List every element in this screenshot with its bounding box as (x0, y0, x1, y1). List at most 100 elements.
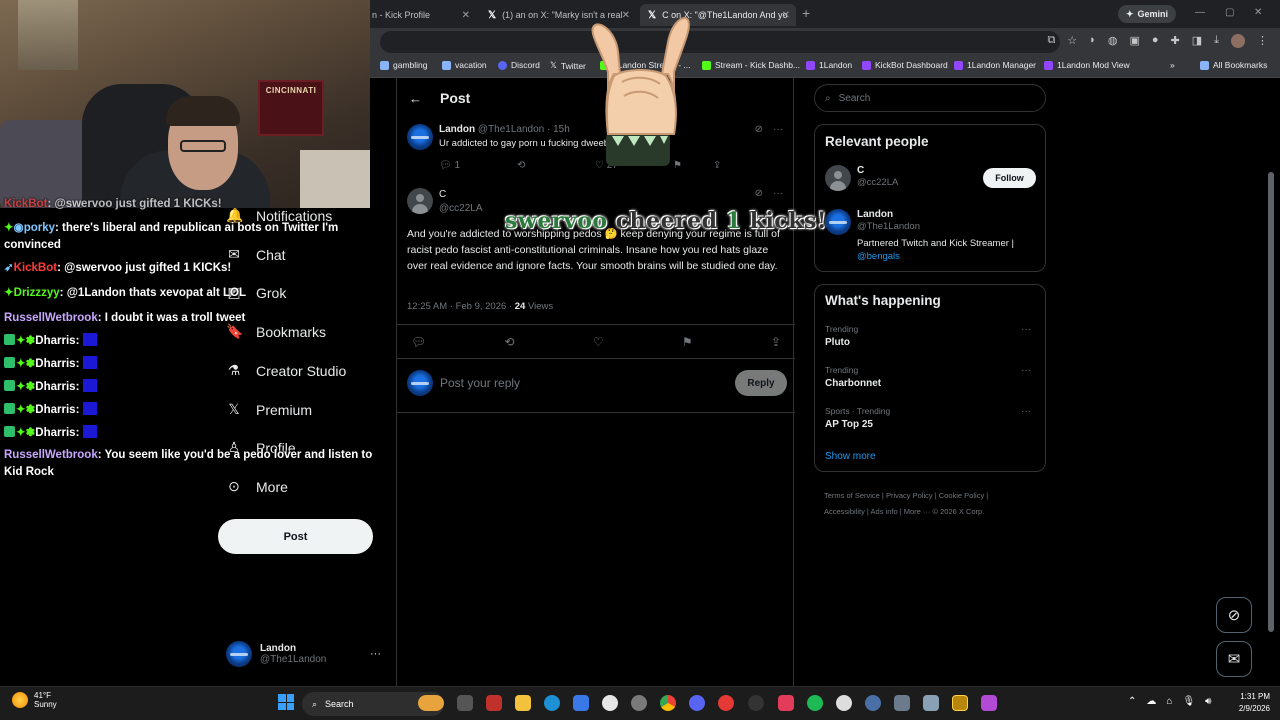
reply-button[interactable]: Reply (735, 370, 787, 396)
app-icon[interactable] (778, 695, 794, 711)
tweet-timestamp[interactable]: 12:25 AM · Feb 9, 2026 · (407, 301, 515, 312)
close-tab-icon[interactable]: ✕ (782, 10, 790, 21)
sidepanel-icon[interactable]: ◨ (1192, 34, 1202, 48)
mic-icon[interactable]: 🎙︎ (1182, 696, 1195, 707)
weather-widget[interactable]: 41°F Sunny (12, 691, 57, 709)
gemini-button[interactable]: ✦ Gemini (1118, 5, 1177, 23)
speaker-icon[interactable]: 🔊︎ (1205, 696, 1211, 707)
person-card[interactable]: Landon @The1Landon Partnered Twitch and … (825, 209, 1035, 265)
footer-line[interactable]: Terms of Service | Privacy Policy | Cook… (824, 488, 1044, 504)
heart-icon[interactable]: ♡ (593, 335, 604, 349)
settings-icon[interactable] (631, 695, 647, 711)
extension-icon[interactable]: ● (1152, 34, 1159, 48)
windows-start-icon[interactable] (278, 694, 294, 710)
author-handle[interactable]: @cc22LA (439, 203, 483, 214)
show-more-link[interactable]: Show more (825, 451, 876, 462)
bookmark-icon[interactable]: ⚑ (682, 335, 693, 349)
search-input[interactable]: ⌕ Search (814, 84, 1046, 112)
page-scrollbar[interactable] (1268, 172, 1274, 632)
more-options-icon[interactable]: ··· (773, 188, 783, 199)
store-icon[interactable] (573, 695, 589, 711)
bookmark-item[interactable]: KickBot Dashboard (862, 60, 948, 70)
profile-avatar[interactable] (1231, 34, 1245, 48)
network-icon[interactable]: ⌂ (1166, 696, 1172, 707)
search-icon: ⌕ (312, 698, 318, 709)
app-icon[interactable] (952, 695, 968, 711)
panel-title: What's happening (825, 293, 941, 308)
more-options-icon[interactable]: ··· (1021, 406, 1031, 417)
trend-item[interactable]: Trending Pluto ··· (825, 324, 1037, 348)
follow-button[interactable]: Follow (983, 168, 1036, 188)
all-bookmarks[interactable]: All Bookmarks (1200, 60, 1267, 70)
minimize-icon[interactable]: — (1195, 7, 1205, 18)
obs-icon[interactable] (748, 695, 764, 711)
bookmark-item[interactable]: Stream - Kick Dashb... (702, 60, 800, 70)
discord-icon[interactable] (689, 695, 705, 711)
task-view-icon[interactable] (457, 695, 473, 711)
close-tab-icon[interactable]: ✕ (462, 10, 470, 21)
bookmark-item[interactable]: vacation (442, 60, 487, 70)
reply-input[interactable]: Post your reply (440, 376, 520, 390)
calculator-icon[interactable] (923, 695, 939, 711)
chrome-icon[interactable] (660, 695, 676, 711)
footer-line[interactable]: Accessibility | Ads info | More ··· © 20… (824, 504, 1044, 520)
search-highlight-icon[interactable] (418, 695, 444, 711)
app-icon[interactable] (894, 695, 910, 711)
file-explorer-icon[interactable] (515, 695, 531, 711)
reply-action[interactable]: 💬︎ 1 (439, 160, 517, 171)
grok-fab-button[interactable]: ⊘ (1216, 597, 1252, 633)
bookmark-item[interactable]: gambling (380, 60, 428, 70)
maximize-icon[interactable]: ▢ (1225, 7, 1234, 18)
bookmark-item[interactable]: 1Landon (806, 60, 852, 70)
cloud-icon[interactable]: ☁ (1146, 696, 1156, 707)
avatar[interactable] (407, 188, 433, 214)
edge-icon[interactable] (544, 695, 560, 711)
bio-link[interactable]: @bengals (857, 251, 900, 262)
more-options-icon[interactable]: ··· (773, 124, 783, 135)
more-options-icon[interactable]: ··· (370, 648, 381, 660)
install-icon[interactable]: ⧉ (1047, 34, 1055, 48)
system-clock[interactable]: 1:31 PM 2/9/2026 (1226, 691, 1270, 715)
more-options-icon[interactable]: ··· (1021, 324, 1031, 335)
chevron-up-icon[interactable]: ⌃ (1128, 696, 1136, 707)
app-icon[interactable] (486, 695, 502, 711)
back-arrow-icon[interactable]: ← (409, 91, 422, 106)
trend-item[interactable]: Trending Charbonnet ··· (825, 365, 1037, 389)
share-icon[interactable]: ⇪ (713, 160, 743, 171)
author-name[interactable]: Landon (439, 124, 475, 135)
trend-item[interactable]: Sports · Trending AP Top 25 ··· (825, 406, 1037, 430)
author-name[interactable]: C (439, 189, 446, 200)
grok-icon[interactable]: ⊘ (755, 124, 763, 135)
app-icon[interactable] (836, 695, 852, 711)
extension-icon[interactable]: ◍ (1108, 34, 1118, 48)
account-switcher[interactable]: Landon @The1Landon (226, 641, 326, 667)
messages-fab-button[interactable]: ✉ (1216, 641, 1252, 677)
star-icon[interactable]: ☆ (1067, 34, 1077, 48)
download-icon[interactable]: ⤓ (1214, 34, 1219, 48)
tab-kick-profile[interactable]: n - Kick Profile ✕ (364, 4, 476, 26)
app-icon[interactable] (865, 695, 881, 711)
bookmark-item[interactable]: 1Landon Manager (954, 60, 1036, 70)
compose-post-button[interactable]: Post (218, 519, 373, 554)
bookmark-item[interactable]: Discord (498, 60, 540, 70)
share-icon[interactable]: ⇪ (771, 335, 781, 349)
puzzle-icon[interactable]: ✚ (1171, 34, 1180, 48)
bookmark-item[interactable]: 1Landon Mod View (1044, 60, 1130, 70)
omnibox[interactable] (380, 31, 1060, 53)
repost-icon[interactable]: ⟲ (505, 335, 515, 349)
spotify-icon[interactable] (807, 695, 823, 711)
app-icon[interactable] (981, 695, 997, 711)
app-icon[interactable] (718, 695, 734, 711)
app-icon[interactable] (602, 695, 618, 711)
reply-icon[interactable]: 💬︎ (411, 335, 426, 349)
close-window-icon[interactable]: ✕ (1254, 7, 1262, 18)
new-tab-button[interactable]: + (802, 5, 810, 21)
bookmarks-overflow-icon[interactable]: » (1170, 60, 1175, 70)
menu-icon[interactable]: ⋮ (1257, 34, 1268, 48)
gemini-label: Gemini (1137, 9, 1169, 19)
more-options-icon[interactable]: ··· (1021, 365, 1031, 376)
extension-icon[interactable]: ▣ (1129, 34, 1139, 48)
avatar[interactable] (407, 124, 433, 150)
grok-icon[interactable]: ⊘ (755, 188, 763, 199)
extension-icon[interactable]: ◗ (1089, 34, 1096, 48)
